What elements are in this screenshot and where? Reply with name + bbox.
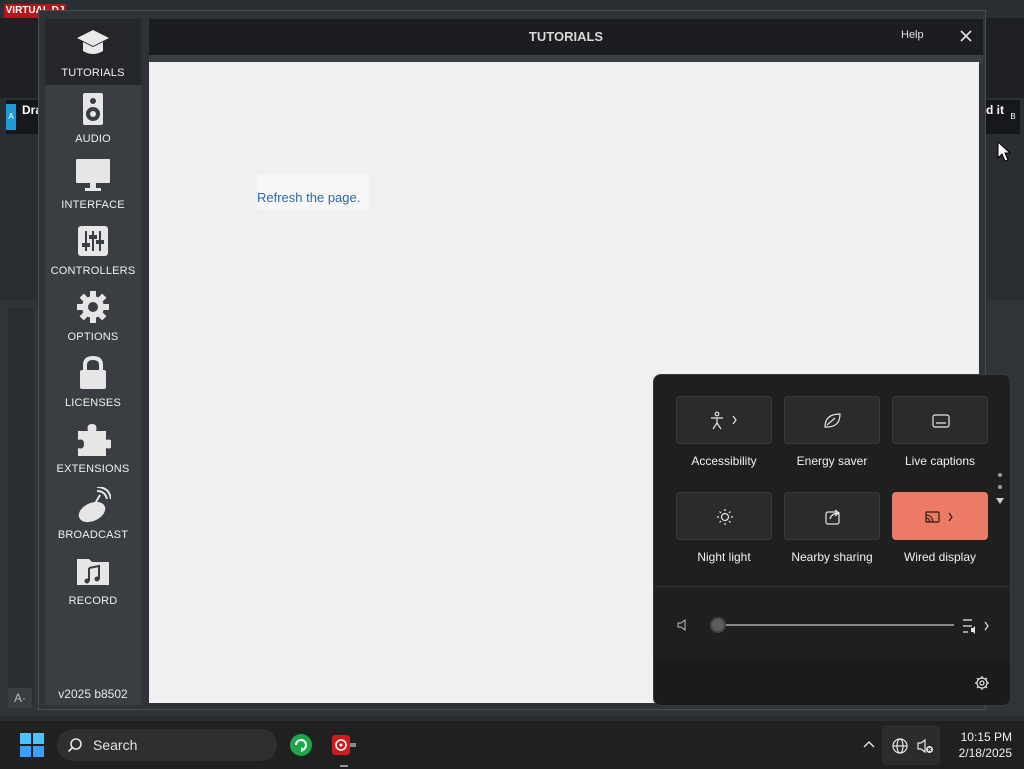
app-green-icon[interactable] [289,733,313,757]
search-label: Search [93,737,138,753]
clock-time[interactable]: 10:15 PM [946,730,1012,744]
volume-mute-icon[interactable] [676,618,690,632]
audio-output-icon[interactable] [960,615,990,635]
virtualdj-taskbar-icon[interactable] [330,733,358,757]
graduation-cap-icon [77,30,109,54]
sidebar-item-broadcast[interactable]: BROADCAST [45,481,141,547]
quick-settings-divider [654,586,1010,587]
sidebar-item-label: CONTROLLERS [50,265,136,277]
settings-gear-icon[interactable] [974,675,990,691]
accessibility-label: Accessibility [691,454,757,468]
volume-muted-icon [917,738,933,754]
sidebar-item-label: INTERFACE [61,199,125,211]
sliders-icon [78,226,108,256]
wired-display-tile[interactable] [892,492,988,540]
system-tray-status[interactable] [882,725,940,765]
windows-start-icon[interactable] [20,733,44,757]
energy-saver-label: Energy saver [796,454,868,468]
nearby-sharing-tile[interactable] [784,492,880,540]
night-light-label: Night light [697,550,751,564]
deck-right-letter: B [1010,112,1016,121]
mouse-cursor [997,141,1011,162]
globe-icon [892,738,908,754]
accessibility-icon [711,411,737,430]
sidebar-item-label: BROADCAST [57,529,129,541]
live-captions-tile[interactable] [892,396,988,444]
running-app-indicator [340,765,348,767]
volume-slider-track[interactable] [718,624,954,626]
sidebar-item-licenses[interactable]: LICENSES [45,349,141,415]
puzzle-icon [78,424,111,456]
settings-sidebar: TUTORIALS AUDIO INTERFACE CONTROLLERS OP… [45,19,141,705]
night-light-tile[interactable] [676,492,772,540]
sidebar-item-tutorials[interactable]: TUTORIALS [45,19,141,85]
brightness-icon [717,509,733,525]
sidebar-item-audio[interactable]: AUDIO [45,85,141,151]
energy-saver-tile[interactable] [784,396,880,444]
leaf-icon [824,413,841,428]
music-folder-icon [77,559,109,585]
deck-left-letter: A [6,104,16,130]
background-a-button[interactable]: A· [8,688,32,708]
sidebar-item-options[interactable]: OPTIONS [45,283,141,349]
sidebar-item-label: TUTORIALS [61,67,125,79]
speaker-icon [83,93,103,125]
background-left-panel [8,308,34,704]
refresh-link[interactable]: Refresh the page. [257,190,360,205]
captions-icon [932,414,950,428]
sidebar-item-label: AUDIO [75,133,111,145]
quick-settings-panel: Accessibility Energy saver Live captions… [653,374,1011,706]
version-label: v2025 b8502 [58,687,128,701]
page-dots-icon[interactable] [996,471,1004,511]
sidebar-item-label: OPTIONS [67,331,119,343]
sidebar-item-extensions[interactable]: EXTENSIONS [45,415,141,481]
window-title: TUTORIALS [528,29,604,44]
close-icon[interactable] [957,27,975,45]
satellite-dish-icon [78,487,111,523]
wired-display-label: Wired display [903,550,977,564]
share-icon [825,509,840,525]
window-title-bar: TUTORIALS Help [149,19,983,55]
monitor-icon [76,159,110,191]
lock-icon [80,355,106,389]
nearby-sharing-label: Nearby sharing [791,550,873,564]
sidebar-item-interface[interactable]: INTERFACE [45,151,141,217]
taskbar: Search 10:15 PM 2/18/2025 [0,720,1024,769]
volume-slider-thumb[interactable] [710,617,726,633]
sidebar-item-label: RECORD [68,595,118,607]
sidebar-item-label: LICENSES [64,397,121,409]
cast-icon [925,511,953,523]
live-captions-label: Live captions [904,454,976,468]
quick-settings-footer [654,659,1010,705]
gear-icon [77,291,109,323]
clock-date[interactable]: 2/18/2025 [940,746,1012,760]
chevron-up-icon[interactable] [862,738,876,750]
help-link[interactable]: Help [901,29,924,41]
sidebar-item-controllers[interactable]: CONTROLLERS [45,217,141,283]
sidebar-item-label: EXTENSIONS [56,463,130,475]
search-icon [67,738,82,753]
taskbar-search[interactable]: Search [57,729,277,761]
accessibility-tile[interactable] [676,396,772,444]
sidebar-item-record[interactable]: RECORD [45,547,141,613]
